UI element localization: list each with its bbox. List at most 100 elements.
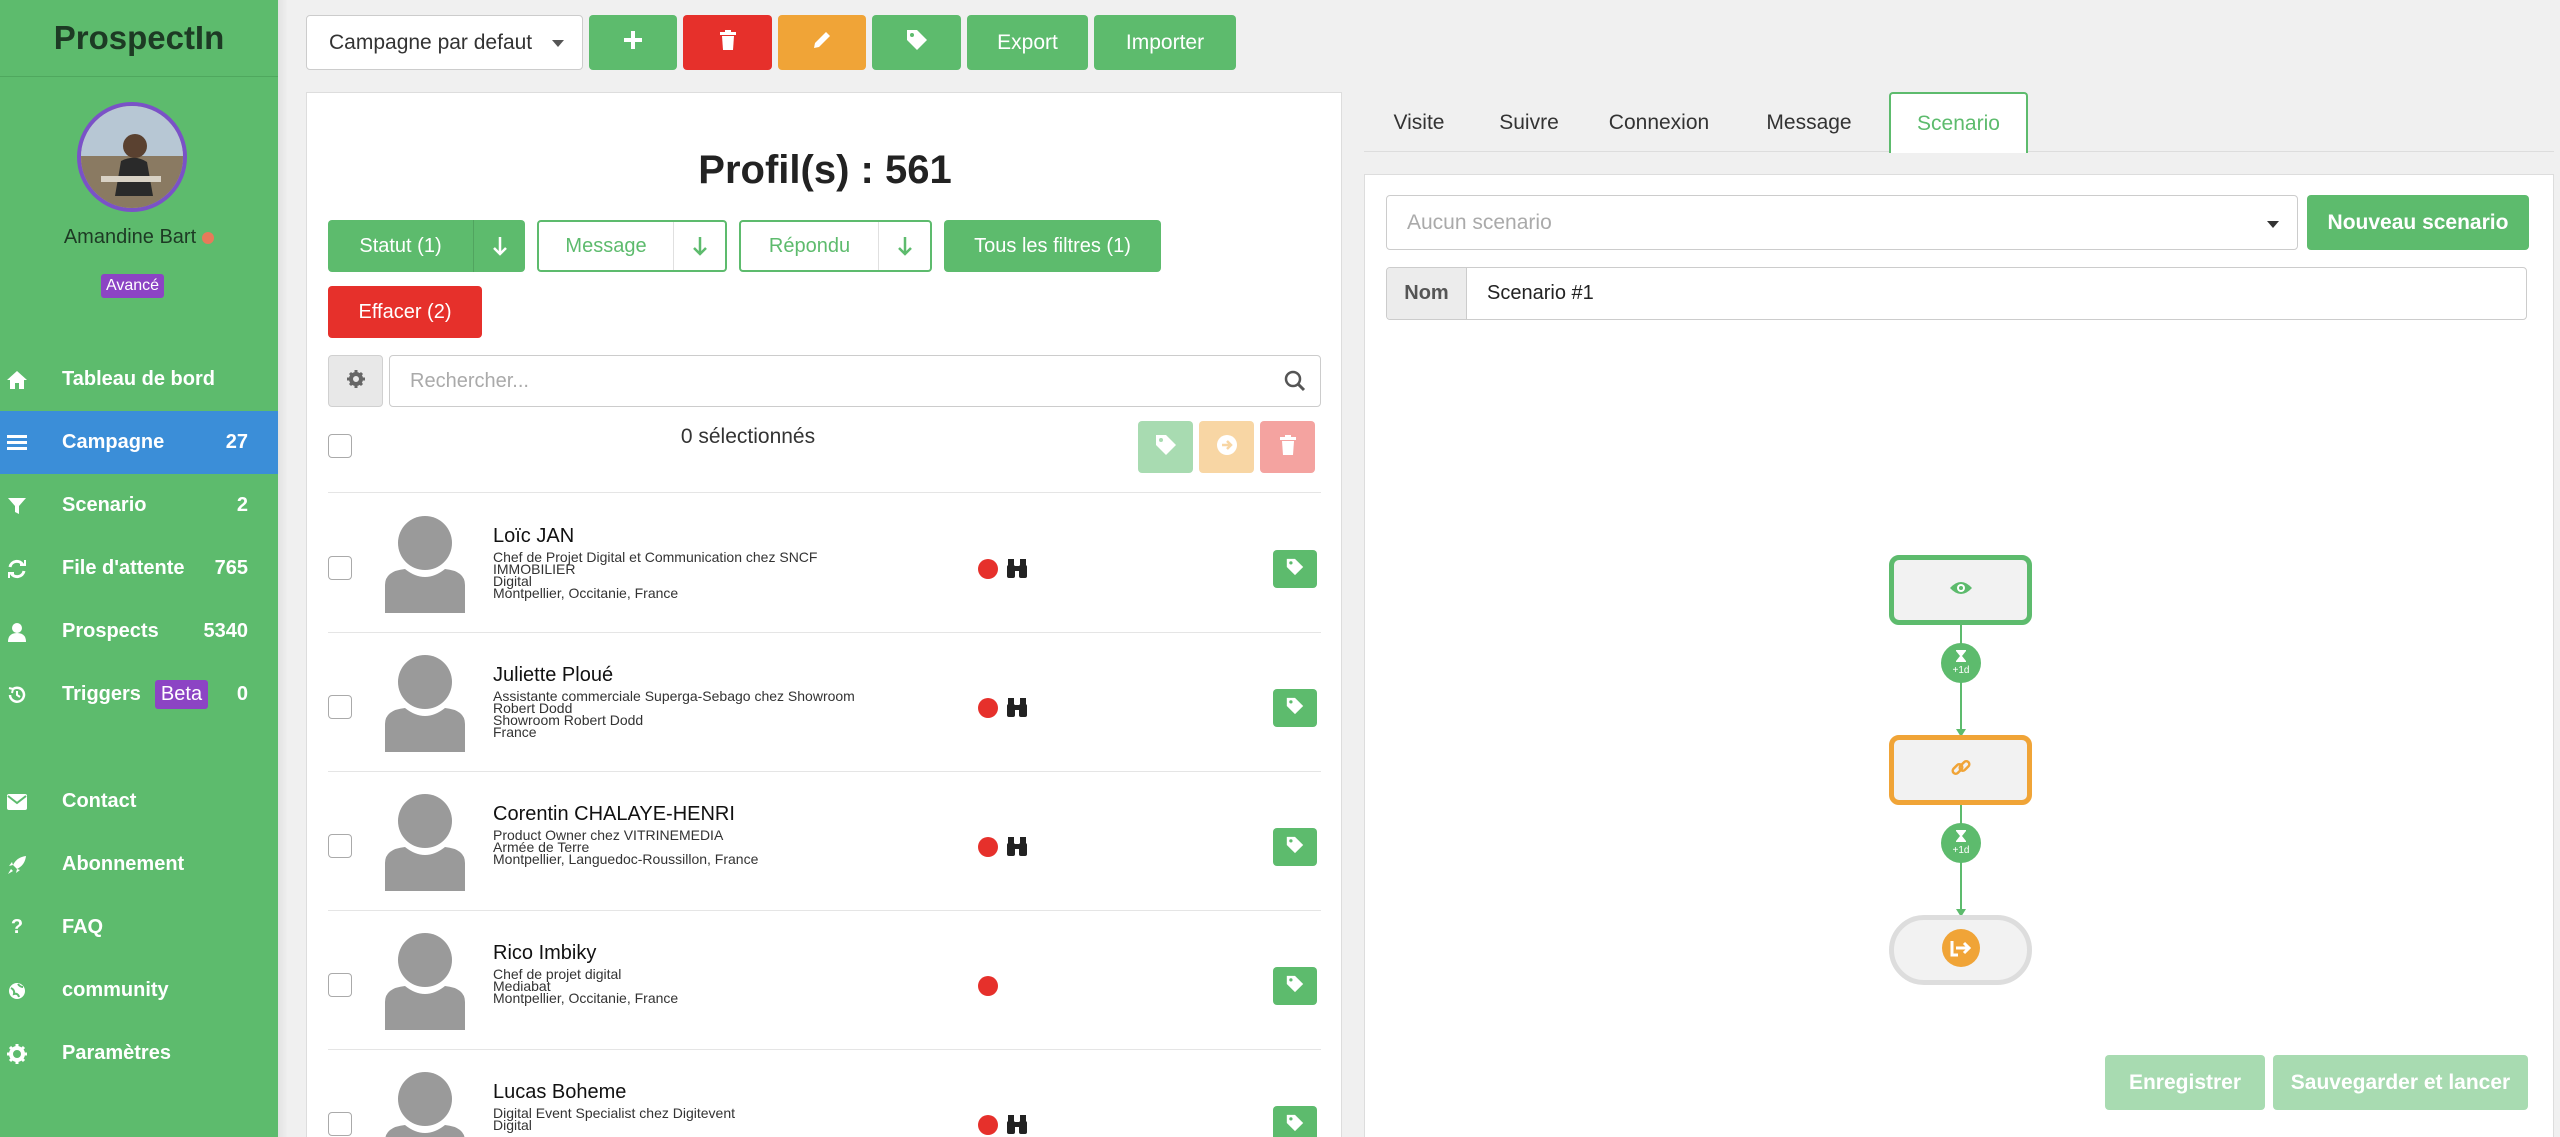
bulk-move-button[interactable]: [1199, 421, 1254, 473]
row-checkbox[interactable]: [328, 1112, 352, 1136]
pencil-icon: [812, 30, 832, 56]
selected-count: 0 sélectionnés: [680, 425, 816, 448]
add-campaign-button[interactable]: [589, 15, 677, 70]
sign-out-icon: [1941, 928, 1980, 972]
export-button[interactable]: Export: [967, 15, 1088, 70]
campaign-select[interactable]: Campagne par defaut: [306, 15, 583, 70]
profile-name[interactable]: Corentin CHALAYE-HENRI: [493, 803, 735, 826]
rocket-icon: [2, 855, 32, 875]
row-tag-button[interactable]: [1273, 967, 1317, 1005]
row-tag-button[interactable]: [1273, 828, 1317, 866]
row-checkbox[interactable]: [328, 973, 352, 997]
nav-label: File d'attente: [62, 557, 185, 579]
status-dot: [202, 231, 215, 244]
status-dot: [978, 1115, 998, 1135]
nav-count: 5340: [203, 620, 249, 642]
user-name[interactable]: Amandine Bart: [0, 226, 278, 249]
scenario-select[interactable]: Aucun scenario: [1386, 195, 2298, 250]
bulk-delete-button[interactable]: [1260, 421, 1315, 473]
profile-details: Assistante commerciale Superga-Sebago ch…: [493, 688, 855, 740]
nav-label: Contact: [62, 790, 137, 812]
delay-badge[interactable]: +1d: [1941, 643, 1981, 683]
nav-item-campagne[interactable]: Campagne 27: [0, 411, 278, 474]
globe-icon: [2, 981, 32, 1001]
row-checkbox[interactable]: [328, 834, 352, 858]
row-tag-button[interactable]: [1273, 550, 1317, 588]
profile-name[interactable]: Loïc JAN: [493, 525, 574, 548]
save-button[interactable]: Enregistrer: [2105, 1055, 2265, 1110]
binoculars-icon: [1006, 1113, 1028, 1137]
user-name-text: Amandine Bart: [63, 226, 197, 248]
plus-icon: [623, 30, 643, 56]
save-and-launch-button[interactable]: Sauvegarder et lancer: [2273, 1055, 2528, 1110]
scenario-name-field[interactable]: Nom Scenario #1: [1386, 267, 2527, 320]
table-row[interactable]: Lucas Boheme Digital Event Specialist ch…: [328, 1049, 1321, 1137]
nav-item-faq[interactable]: ? FAQ: [0, 896, 278, 959]
edit-campaign-button[interactable]: [778, 15, 866, 70]
filter-repondu-button[interactable]: Répondu: [739, 220, 932, 272]
filter-statut-button[interactable]: Statut (1): [328, 220, 525, 272]
level-badge: Avancé: [101, 274, 165, 298]
row-checkbox[interactable]: [328, 556, 352, 580]
flow-step-end[interactable]: [1889, 915, 2032, 985]
search-icon[interactable]: [1284, 370, 1306, 398]
tab-visite[interactable]: Visite: [1364, 92, 1474, 153]
profile-avatar[interactable]: [385, 930, 465, 1030]
profile-avatar[interactable]: [385, 791, 465, 891]
nav-item-contact[interactable]: Contact: [0, 770, 278, 833]
tab-suivre[interactable]: Suivre: [1474, 92, 1584, 153]
tag-icon: [1155, 434, 1177, 461]
flow-step-visit[interactable]: [1889, 555, 2032, 625]
nav-count: 27: [225, 431, 248, 453]
filter-message-button[interactable]: Message: [537, 220, 727, 272]
search-placeholder: Rechercher...: [410, 369, 529, 392]
profile-avatar[interactable]: [385, 1069, 465, 1137]
table-row[interactable]: Juliette Ploué Assistante commerciale Su…: [328, 632, 1321, 772]
table-row[interactable]: Rico Imbiky Chef de projet digital Media…: [328, 910, 1321, 1050]
name-label: Nom: [1387, 268, 1467, 319]
tab-scenario[interactable]: Scenario: [1889, 92, 2028, 153]
all-filters-button[interactable]: Tous les filtres (1): [944, 220, 1161, 272]
nav-item-triggers[interactable]: Triggers Beta 0: [0, 663, 278, 726]
tag-campaign-button[interactable]: [872, 15, 961, 70]
tab-message[interactable]: Message: [1734, 92, 1884, 153]
scenario-select-placeholder: Aucun scenario: [1407, 210, 1552, 234]
tag-icon: [1286, 836, 1304, 859]
nav-item-dashboard[interactable]: Tableau de bord: [0, 348, 278, 411]
tab-connexion[interactable]: Connexion: [1584, 92, 1734, 153]
nav-count: 0: [236, 683, 248, 705]
name-value[interactable]: Scenario #1: [1467, 268, 2526, 319]
nav-item-queue[interactable]: File d'attente 765: [0, 537, 278, 600]
brand-logo[interactable]: ProspectIn: [0, 0, 278, 77]
profile-name[interactable]: Lucas Boheme: [493, 1081, 626, 1104]
profiles-panel: Profil(s) : 561 Statut (1) Message Répon…: [306, 92, 1342, 1137]
nav-item-prospects[interactable]: Prospects 5340: [0, 600, 278, 663]
nav-item-community[interactable]: community: [0, 959, 278, 1022]
nav-item-scenario[interactable]: Scenario 2: [0, 474, 278, 537]
import-button[interactable]: Importer: [1094, 15, 1236, 70]
table-row[interactable]: Loïc JAN Chef de Projet Digital et Commu…: [328, 493, 1321, 633]
avatar[interactable]: [77, 102, 187, 212]
row-checkbox[interactable]: [328, 695, 352, 719]
profile-details: Chef de Projet Digital et Communication …: [493, 549, 818, 601]
eye-icon: [1949, 580, 1973, 601]
nav-item-abonnement[interactable]: Abonnement: [0, 833, 278, 896]
flow-step-connect[interactable]: [1889, 735, 2032, 805]
table-row[interactable]: Corentin CHALAYE-HENRI Product Owner che…: [328, 771, 1321, 911]
profile-avatar[interactable]: [385, 652, 465, 752]
profile-name[interactable]: Rico Imbiky: [493, 942, 596, 965]
clear-filters-button[interactable]: Effacer (2): [328, 286, 482, 338]
profile-avatar[interactable]: [385, 513, 465, 613]
delay-label: +1d: [1952, 845, 1970, 856]
delay-badge[interactable]: +1d: [1941, 823, 1981, 863]
delay-label: +1d: [1952, 665, 1970, 676]
nav-item-parametres[interactable]: Paramètres: [0, 1022, 278, 1085]
bulk-tag-button[interactable]: [1138, 421, 1193, 473]
row-tag-button[interactable]: [1273, 1106, 1317, 1137]
profile-name[interactable]: Juliette Ploué: [493, 664, 613, 687]
search-input[interactable]: Rechercher...: [389, 355, 1321, 407]
delete-campaign-button[interactable]: [683, 15, 772, 70]
search-settings-button[interactable]: [328, 355, 383, 407]
new-scenario-button[interactable]: Nouveau scenario: [2307, 195, 2529, 250]
row-tag-button[interactable]: [1273, 689, 1317, 727]
